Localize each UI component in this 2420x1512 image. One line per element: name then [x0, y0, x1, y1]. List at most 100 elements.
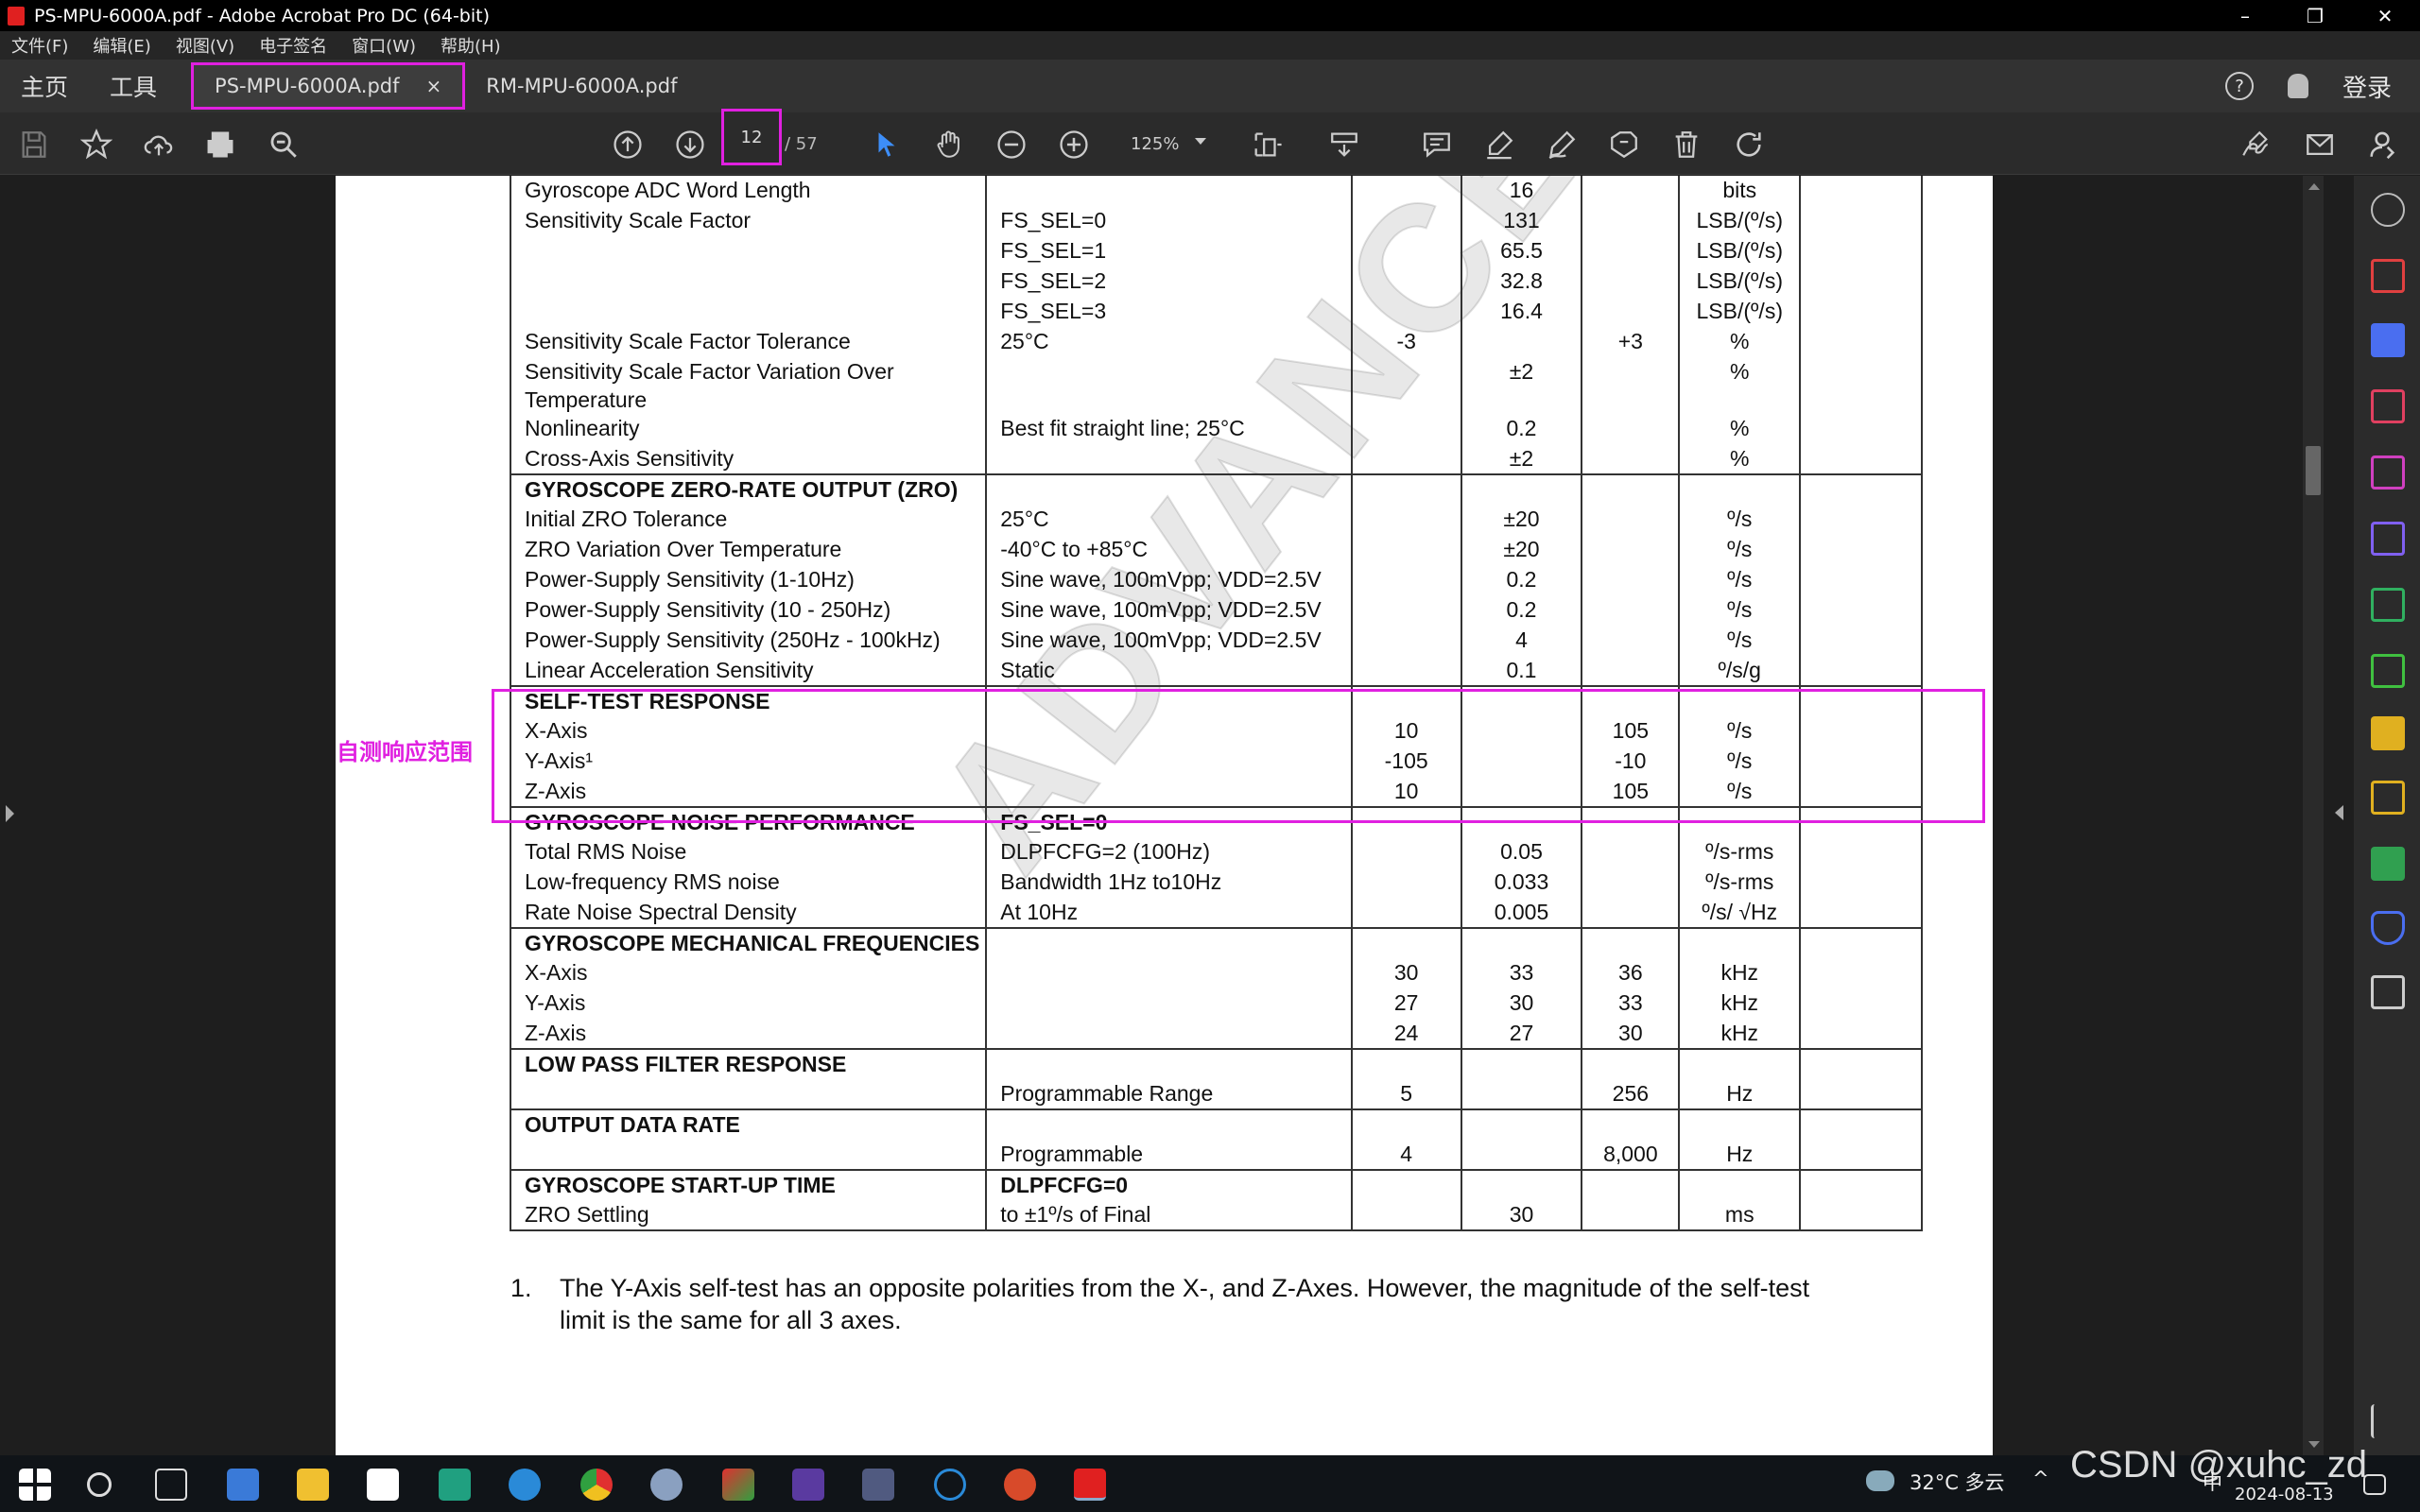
- upload-cloud-icon[interactable]: [142, 128, 176, 162]
- keil-app-icon[interactable]: [792, 1469, 824, 1501]
- select-cursor-icon[interactable]: [870, 128, 904, 162]
- more-tools-icon[interactable]: [2371, 975, 2405, 1009]
- menu-esign[interactable]: 电子签名: [259, 33, 327, 58]
- table-cell: º/s/ √Hz: [1678, 898, 1802, 928]
- rotate-icon[interactable]: [1732, 128, 1766, 162]
- calculator-app-icon[interactable]: [227, 1469, 259, 1501]
- table-cell: 16.4: [1460, 297, 1583, 327]
- scroll-up-icon[interactable]: [2308, 183, 2320, 190]
- create-pdf-icon[interactable]: [2371, 259, 2405, 293]
- scan-ocr-icon[interactable]: [2371, 847, 2405, 881]
- page-number-input[interactable]: 12: [721, 109, 782, 165]
- exit-panel-icon[interactable]: [2371, 1404, 2390, 1438]
- tab-home[interactable]: 主页: [0, 69, 89, 103]
- zoom-out-icon[interactable]: [994, 128, 1028, 162]
- weather-cloud-icon[interactable]: [1866, 1470, 1894, 1491]
- table-cell: [1350, 473, 1462, 505]
- xmind-app-icon[interactable]: [439, 1469, 471, 1501]
- menu-window[interactable]: 窗口(W): [352, 33, 416, 58]
- search-zoom-icon[interactable]: [2371, 193, 2405, 227]
- menu-file[interactable]: 文件(F): [11, 33, 68, 58]
- acrobat-taskbar-icon[interactable]: [1074, 1469, 1106, 1501]
- edge-browser-icon[interactable]: [509, 1469, 541, 1501]
- date-text[interactable]: 2024-08-13: [2235, 1485, 2334, 1504]
- task-view-icon[interactable]: [155, 1469, 187, 1501]
- doc-tab-rm-mpu[interactable]: RM-MPU-6000A.pdf: [465, 61, 698, 111]
- save-icon[interactable]: [17, 128, 51, 162]
- share-user-icon[interactable]: [2365, 128, 2399, 162]
- search-icon[interactable]: [267, 128, 301, 162]
- close-tab-icon[interactable]: ×: [426, 75, 442, 97]
- combine-files-icon[interactable]: [2371, 588, 2405, 622]
- organize-pages-icon[interactable]: [2371, 389, 2405, 423]
- page-fit-icon[interactable]: [1250, 128, 1284, 162]
- tray-chevron-icon[interactable]: ^: [2032, 1468, 2049, 1490]
- taskbar-search-icon[interactable]: [87, 1472, 112, 1497]
- weather-text[interactable]: 32°C 多云: [1910, 1468, 2005, 1496]
- table-cell: Bandwidth 1Hz to10Hz: [985, 868, 1353, 898]
- ide-app-icon[interactable]: [862, 1469, 894, 1501]
- tab-tools[interactable]: 工具: [89, 69, 178, 103]
- previous-page-icon[interactable]: [611, 128, 645, 162]
- windows-start-icon[interactable]: [19, 1469, 51, 1501]
- protect-shield-icon[interactable]: [2371, 911, 2405, 945]
- stamp-icon[interactable]: [1607, 128, 1641, 162]
- send-for-review-icon[interactable]: [2371, 716, 2405, 750]
- maximize-button[interactable]: ❐: [2280, 0, 2350, 31]
- star-icon[interactable]: [79, 128, 113, 162]
- table-cell: [985, 357, 1353, 414]
- email-icon[interactable]: [2303, 128, 2337, 162]
- fill-sign-icon[interactable]: [2371, 522, 2405, 556]
- export-pdf-icon[interactable]: [2371, 323, 2405, 357]
- menu-view[interactable]: 视图(V): [176, 33, 234, 58]
- doc-tab-ps-mpu[interactable]: PS-MPU-6000A.pdf ×: [191, 62, 466, 110]
- minimize-button[interactable]: –: [2210, 0, 2280, 31]
- expand-left-panel-icon[interactable]: [6, 805, 14, 822]
- self-test-annotation: 自测响应范围: [337, 739, 473, 765]
- table-cell: [1581, 927, 1681, 958]
- login-button[interactable]: 登录: [2342, 69, 2392, 104]
- chrome-browser-icon[interactable]: [580, 1469, 613, 1501]
- hand-tool-icon[interactable]: [932, 128, 966, 162]
- print-icon[interactable]: [203, 128, 237, 162]
- table-row: Sensitivity Scale Factor Variation Over …: [509, 357, 1923, 414]
- file-explorer-icon[interactable]: [297, 1469, 329, 1501]
- app-icon[interactable]: [722, 1469, 754, 1501]
- table-cell: [1799, 1169, 1923, 1200]
- powerpoint-app-icon[interactable]: [1004, 1469, 1036, 1501]
- table-cell: Programmable Range: [985, 1079, 1353, 1109]
- sign-icon[interactable]: [2238, 128, 2273, 162]
- help-icon[interactable]: ?: [2224, 72, 2254, 100]
- edit-pdf-icon[interactable]: [2371, 455, 2405, 490]
- delete-icon[interactable]: [1669, 128, 1703, 162]
- vertical-scrollbar[interactable]: [2303, 176, 2324, 1455]
- next-page-icon[interactable]: [673, 128, 707, 162]
- table-cell: Hz: [1678, 1079, 1802, 1109]
- highlight-pen-icon[interactable]: [1482, 128, 1516, 162]
- table-cell: º/s: [1678, 565, 1802, 595]
- zoom-in-icon[interactable]: [1057, 128, 1091, 162]
- menu-help[interactable]: 帮助(H): [441, 33, 501, 58]
- close-window-button[interactable]: ✕: [2350, 0, 2420, 31]
- table-row: Programmable Range 5 256 Hz: [509, 1079, 1923, 1109]
- menu-edit[interactable]: 编辑(E): [93, 33, 150, 58]
- table-row: Power-Supply Sensitivity (1-10Hz) Sine wa…: [509, 565, 1923, 595]
- notification-bell-icon[interactable]: [2287, 74, 2308, 98]
- typora-app-icon[interactable]: [367, 1469, 399, 1501]
- chat-app-icon[interactable]: [650, 1469, 683, 1501]
- table-cell: GYROSCOPE ZERO-RATE OUTPUT (ZRO): [509, 473, 988, 505]
- comment-panel-icon[interactable]: [2371, 781, 2405, 815]
- right-tool-panel: [2354, 176, 2420, 1455]
- table-cell: [985, 473, 1353, 505]
- zoom-level-select[interactable]: 125%: [1131, 134, 1179, 154]
- table-row: Sensitivity Scale Factor Tolerance 25°C -3…: [509, 327, 1923, 357]
- compare-files-icon[interactable]: [2371, 654, 2405, 688]
- scrollbar-thumb[interactable]: [2306, 446, 2321, 495]
- collapse-right-panel-icon[interactable]: [2335, 805, 2343, 820]
- draw-pen-icon[interactable]: [1545, 128, 1579, 162]
- chevron-down-icon[interactable]: [1195, 138, 1206, 145]
- scroll-mode-icon[interactable]: [1327, 128, 1361, 162]
- table-cell: [1799, 988, 1923, 1019]
- search-app-icon[interactable]: [934, 1469, 966, 1501]
- comment-icon[interactable]: [1420, 128, 1454, 162]
